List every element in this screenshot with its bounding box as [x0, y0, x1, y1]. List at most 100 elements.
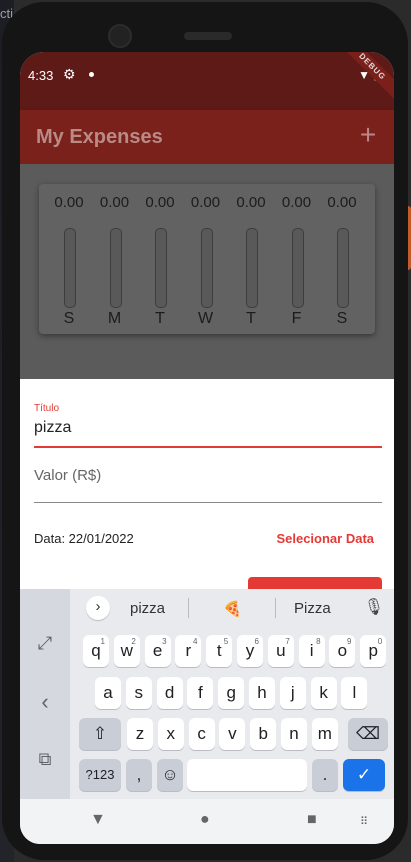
suggestion-divider	[275, 598, 276, 618]
key-z[interactable]: z	[127, 718, 153, 750]
key-label: c	[197, 724, 206, 743]
key-f[interactable]: f	[187, 677, 214, 709]
enter-key[interactable]: ✓	[343, 759, 385, 791]
main-content-overlay: 0.00 S 0.00 M 0.00 T 0.00 W 0.00 T 0.00 F 0.00 S	[20, 164, 394, 379]
key-e[interactable]: e3	[144, 635, 171, 667]
symbols-key[interactable]: ?123	[79, 759, 121, 791]
value-input[interactable]: Valor (R$)	[34, 467, 101, 484]
key-hint: 3	[162, 637, 167, 646]
add-expense-button[interactable]: +	[352, 120, 384, 152]
shift-key[interactable]: ⇧	[79, 718, 121, 750]
key-a[interactable]: a	[95, 677, 121, 709]
weekly-chart-card: 0.00 S 0.00 M 0.00 T 0.00 W 0.00 T 0.00 F 0.00 S	[39, 184, 375, 334]
chart-bar-amount: 0.00	[99, 194, 130, 211]
page-title: My Expenses	[36, 126, 163, 148]
chart-bar-amount: 0.00	[236, 194, 266, 211]
select-date-button[interactable]: Selecionar Data	[276, 531, 374, 546]
key-b[interactable]: b	[250, 718, 277, 750]
chart-bar-amount: 0.00	[145, 194, 175, 211]
key-t[interactable]: t5	[206, 635, 233, 667]
key-hint: 1	[100, 637, 105, 646]
suggestion-item[interactable]: pizza	[130, 600, 165, 617]
app-bar: My Expenses +	[20, 110, 394, 164]
key-o[interactable]: o9	[329, 635, 356, 667]
key-s[interactable]: s	[125, 677, 152, 709]
key-d[interactable]: d	[156, 677, 183, 709]
key-label: d	[164, 683, 175, 702]
key-p[interactable]: p0	[360, 635, 387, 667]
key-u[interactable]: u7	[267, 635, 294, 667]
key-hint: 2	[131, 637, 136, 646]
chart-bar-track	[246, 228, 258, 308]
key-label: e	[152, 641, 163, 660]
chart-bar-column: 0.00 T	[140, 192, 180, 332]
space-key[interactable]	[187, 759, 307, 791]
status-time: 4:33	[28, 68, 54, 83]
chart-day-label: T	[246, 310, 256, 327]
key-q[interactable]: q1	[83, 635, 109, 667]
key-r[interactable]: r4	[175, 635, 202, 667]
key-v[interactable]: v	[219, 718, 246, 750]
key-c[interactable]: c	[188, 718, 215, 750]
key-label: j	[290, 683, 295, 702]
emoji-key[interactable]: ☺	[157, 759, 183, 791]
back-chevron-icon[interactable]: ‹	[20, 689, 70, 715]
floating-keyboard-icon[interactable]: ⧉	[20, 749, 70, 770]
chart-day-label: S	[336, 310, 348, 327]
chart-bar-column: 0.00 T	[231, 192, 271, 332]
key-g[interactable]: g	[218, 677, 245, 709]
value-input-underline	[34, 502, 382, 503]
chart-bar-column: 0.00 S	[49, 192, 89, 332]
key-y[interactable]: y6	[237, 635, 263, 667]
key-i[interactable]: i8	[298, 635, 325, 667]
backspace-key[interactable]: ⌫	[348, 718, 388, 750]
expand-icon[interactable]: ⤢	[20, 633, 70, 654]
key-hint: 7	[285, 637, 290, 646]
chart-bar-track	[109, 228, 122, 308]
chart-day-label: F	[291, 310, 302, 327]
keyboard-switch-icon[interactable]: ⠿	[360, 815, 368, 828]
key-w[interactable]: w2	[113, 635, 140, 667]
phone-frame: 4:33 ⚙ ▼ ▮ DEBUG My Expenses + 0.00 S 0.00…	[2, 2, 408, 860]
chart-bar-column: 0.00 M	[95, 192, 135, 332]
chart-bar-track	[291, 228, 304, 308]
key-hint: 8	[316, 637, 321, 646]
comma-key[interactable]: ,	[126, 759, 152, 791]
key-n[interactable]: n	[281, 718, 307, 750]
key-hint: 4	[192, 637, 198, 646]
chart-day-label: W	[197, 310, 214, 327]
key-l[interactable]: l	[341, 677, 368, 709]
key-label: q	[91, 641, 101, 660]
period-key[interactable]: .	[312, 759, 338, 791]
chart-bar-amount: 0.00	[281, 194, 312, 211]
key-hint: 0	[377, 637, 383, 646]
suggestion-item[interactable]: Pizza	[294, 600, 331, 617]
device-screen: 4:33 ⚙ ▼ ▮ DEBUG My Expenses + 0.00 S 0.00…	[20, 52, 394, 844]
key-label: y	[245, 641, 255, 660]
key-label: n	[289, 724, 299, 743]
title-input-underline	[34, 446, 382, 448]
selected-date-text: Data: 22/01/2022	[34, 531, 134, 546]
key-label: o	[337, 641, 348, 660]
chart-bar-track	[64, 228, 76, 308]
chart-bar-column: 0.00 S	[322, 192, 362, 332]
key-j[interactable]: j	[279, 677, 306, 709]
chevron-right-icon[interactable]: ›	[86, 596, 110, 620]
microphone-icon[interactable]: 🎙	[364, 597, 384, 617]
chart-bar-column: 0.00 F	[277, 192, 317, 332]
home-icon[interactable]: ●	[200, 811, 210, 829]
key-h[interactable]: h	[249, 677, 275, 709]
key-x[interactable]: x	[157, 718, 184, 750]
key-label: v	[228, 724, 237, 743]
key-m[interactable]: m	[311, 718, 338, 750]
suggestion-item[interactable]: 🍕	[223, 600, 242, 618]
key-k[interactable]: k	[310, 677, 337, 709]
chart-bar-amount: 0.00	[54, 194, 84, 211]
key-label: x	[166, 724, 176, 743]
settings-icon: ⚙	[63, 66, 76, 82]
key-label: s	[134, 683, 144, 702]
title-input[interactable]: pizza	[34, 419, 71, 437]
back-icon[interactable]: ▼	[90, 811, 106, 829]
recents-icon[interactable]: ■	[307, 811, 317, 829]
key-label: h	[257, 683, 267, 702]
